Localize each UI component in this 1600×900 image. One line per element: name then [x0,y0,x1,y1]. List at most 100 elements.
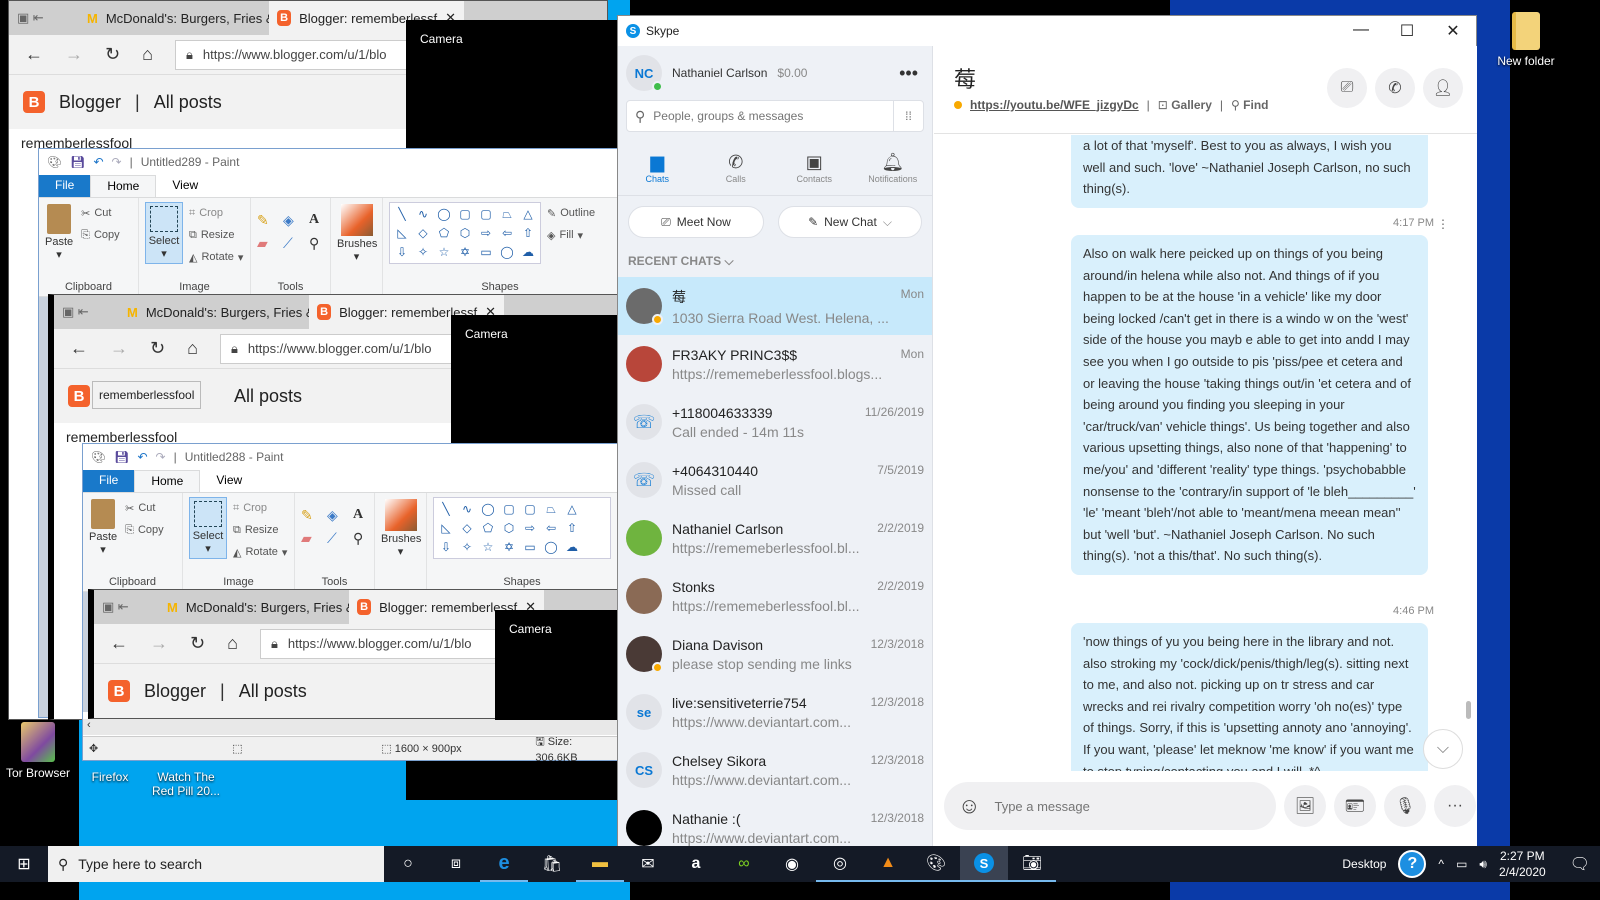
message-options-icon[interactable]: ⋮ [1437,217,1449,231]
add-people-button[interactable]: 👤︎ [1423,68,1463,108]
more-actions-button[interactable]: ··· [1434,785,1476,827]
desktop-toolbar[interactable]: Desktop [1342,857,1386,871]
text-tool-icon[interactable]: A [353,507,373,524]
amazon-icon[interactable]: a [672,846,720,882]
home-icon[interactable]: ⌂ [227,633,238,654]
pencil-icon[interactable]: ✎ [257,212,277,229]
find-button[interactable]: ⚲ Find [1231,98,1268,112]
volume-icon[interactable]: 🔊︎ [1479,857,1487,872]
new-chat-button[interactable]: ✎ New Chat ⌵ [778,206,922,238]
action-center-icon[interactable]: 🗨︎ [1570,854,1590,874]
edge-icon[interactable]: e [480,846,528,882]
profile-avatar[interactable]: NC [626,55,663,92]
back-icon[interactable]: ← [25,44,43,65]
tab-file[interactable]: File [83,470,135,492]
eraser-icon[interactable]: ▰ [301,530,321,547]
forward-icon[interactable]: → [65,44,83,65]
desktop-icon-firefox[interactable]: Firefox [75,770,145,784]
browser-tab-mcdonalds[interactable]: M McDonald's: Burgers, Fries & [119,295,309,329]
redo-icon[interactable]: ↷ [112,155,122,169]
tab-file[interactable]: File [39,175,91,197]
refresh-icon[interactable]: ↻ [150,338,165,359]
more-options-icon[interactable]: ••• [899,63,924,84]
color-picker-icon[interactable]: ⟋ [327,530,347,547]
eraser-icon[interactable]: ▰ [257,235,277,252]
camera-taskbar-icon[interactable]: 📷︎ [1008,846,1056,882]
back-icon[interactable]: ← [110,633,128,654]
desktop-icon-tor-browser[interactable]: Tor Browser [2,722,74,780]
crop-button[interactable]: ⌗ Crop [189,202,243,224]
skype-credit[interactable]: $0.00 [777,66,807,80]
skype-taskbar-icon[interactable]: S [960,846,1008,882]
refresh-icon[interactable]: ↻ [190,633,205,654]
home-icon[interactable]: ⌂ [187,338,198,359]
gallery-button[interactable]: ⊡ Gallery [1158,98,1212,112]
chat-list-item[interactable]: Nathaniel Carlson 2/2/2019 https://rememeb… [618,509,932,567]
refresh-icon[interactable]: ↻ [105,44,120,65]
help-icon[interactable]: ? [1398,850,1427,878]
send-contact-button[interactable]: 🪪︎ [1334,785,1376,827]
chat-list-item[interactable]: 莓 Mon 1030 Sierra Road West. Helena, ... [618,277,932,335]
scroll-to-bottom-button[interactable]: ⌵ [1423,729,1463,769]
mood-link[interactable]: https://youtu.be/WFE_jizgyDc [970,98,1139,112]
tab-view[interactable]: View [200,470,258,492]
cut-button[interactable]: ✂ Cut [81,202,120,224]
nav-chats[interactable]: ▆ Chats [622,152,692,184]
desktop-icon-red-pill[interactable]: Watch The Red Pill 20... [148,770,224,798]
nav-notifications[interactable]: 🔔︎ Notifications [858,152,928,184]
minimize-button[interactable]: — [1338,21,1384,41]
clock[interactable]: 2:27 PM 2/4/2020 [1499,848,1546,880]
nav-contacts[interactable]: ▣ Contacts [779,152,849,184]
tab-home[interactable]: Home [90,175,157,197]
paste-button[interactable]: Paste ▾ [89,497,117,556]
task-view-icon[interactable]: ⧈ [432,846,480,882]
desktop-icon-new-folder[interactable]: New folder [1490,12,1562,68]
profile-name[interactable]: Nathaniel Carlson [672,66,767,80]
home-icon[interactable]: ⌂ [142,44,153,65]
magnifier-icon[interactable]: ⚲ [353,530,373,547]
send-media-button[interactable]: 🖼︎ [1284,785,1326,827]
video-call-button[interactable]: ⎚ [1327,68,1367,108]
battery-icon[interactable]: ▭ [1456,857,1467,871]
message-input[interactable] [994,798,1276,814]
fill-button[interactable]: ◈ Fill ▾ [547,224,595,246]
back-icon[interactable]: ← [70,338,88,359]
crop-button[interactable]: ⌗ Crop [233,497,287,519]
rotate-button[interactable]: ◭ Rotate ▾ [189,246,243,268]
chat-list-item[interactable]: Diana Davison 12/3/2018 please stop sendin… [618,625,932,683]
tab-home[interactable]: Home [134,470,201,492]
dialpad-icon[interactable]: ⁞⁞ [893,101,923,131]
tab-view[interactable]: View [156,175,214,197]
meet-now-button[interactable]: ⎚ Meet Now [628,206,764,238]
chat-list-item[interactable]: ☏ +4064310440 7/5/2019 Missed call [618,451,932,509]
camera-app-icon[interactable]: ◉ [768,846,816,882]
tripadvisor-icon[interactable]: ∞ [720,846,768,882]
browser-tab-mcdonalds[interactable]: M McDonald's: Burgers, Fries & [79,1,269,35]
copy-button[interactable]: ⎘ Copy [125,519,164,541]
brushes-button[interactable]: Brushes ▾ [331,198,383,296]
record-audio-button[interactable]: 🎙︎ [1384,785,1426,827]
tab-actions[interactable]: ▣ ⇤ [54,295,119,329]
store-icon[interactable]: 🛍︎ [528,846,576,882]
pencil-icon[interactable]: ✎ [301,507,321,524]
mail-icon[interactable]: ✉ [624,846,672,882]
taskbar-search[interactable]: ⚲ Type here to search [48,846,384,882]
tab-actions[interactable]: ▣ ⇤ [94,590,159,624]
fill-bucket-icon[interactable]: ◈ [327,507,347,524]
audio-call-button[interactable]: ✆ [1375,68,1415,108]
save-icon[interactable]: 💾︎ [70,155,85,169]
cortana-icon[interactable]: ○ [384,846,432,882]
color-picker-icon[interactable]: ⟋ [283,235,303,252]
outline-button[interactable]: ✎ Outline [547,202,595,224]
chat-list-item[interactable]: Nathanie :(12/3/2018 https://www.devianta… [618,799,932,851]
scrollbar-thumb[interactable] [1466,701,1471,719]
file-explorer-icon[interactable]: ▬ [576,846,624,882]
chat-list-item[interactable]: FR3AKY PRINC3$$ Mon https://rememeberlessf… [618,335,932,393]
select-button[interactable]: Select ▾ [145,202,183,264]
recent-chats-header[interactable]: RECENT CHATS ⌵ [618,238,932,277]
forward-icon[interactable]: → [110,338,128,359]
forward-icon[interactable]: → [150,633,168,654]
copy-button[interactable]: ⎘ Copy [81,224,120,246]
rotate-button[interactable]: ◭ Rotate ▾ [233,541,287,563]
tab-actions[interactable]: ▣ ⇤ [9,1,79,35]
